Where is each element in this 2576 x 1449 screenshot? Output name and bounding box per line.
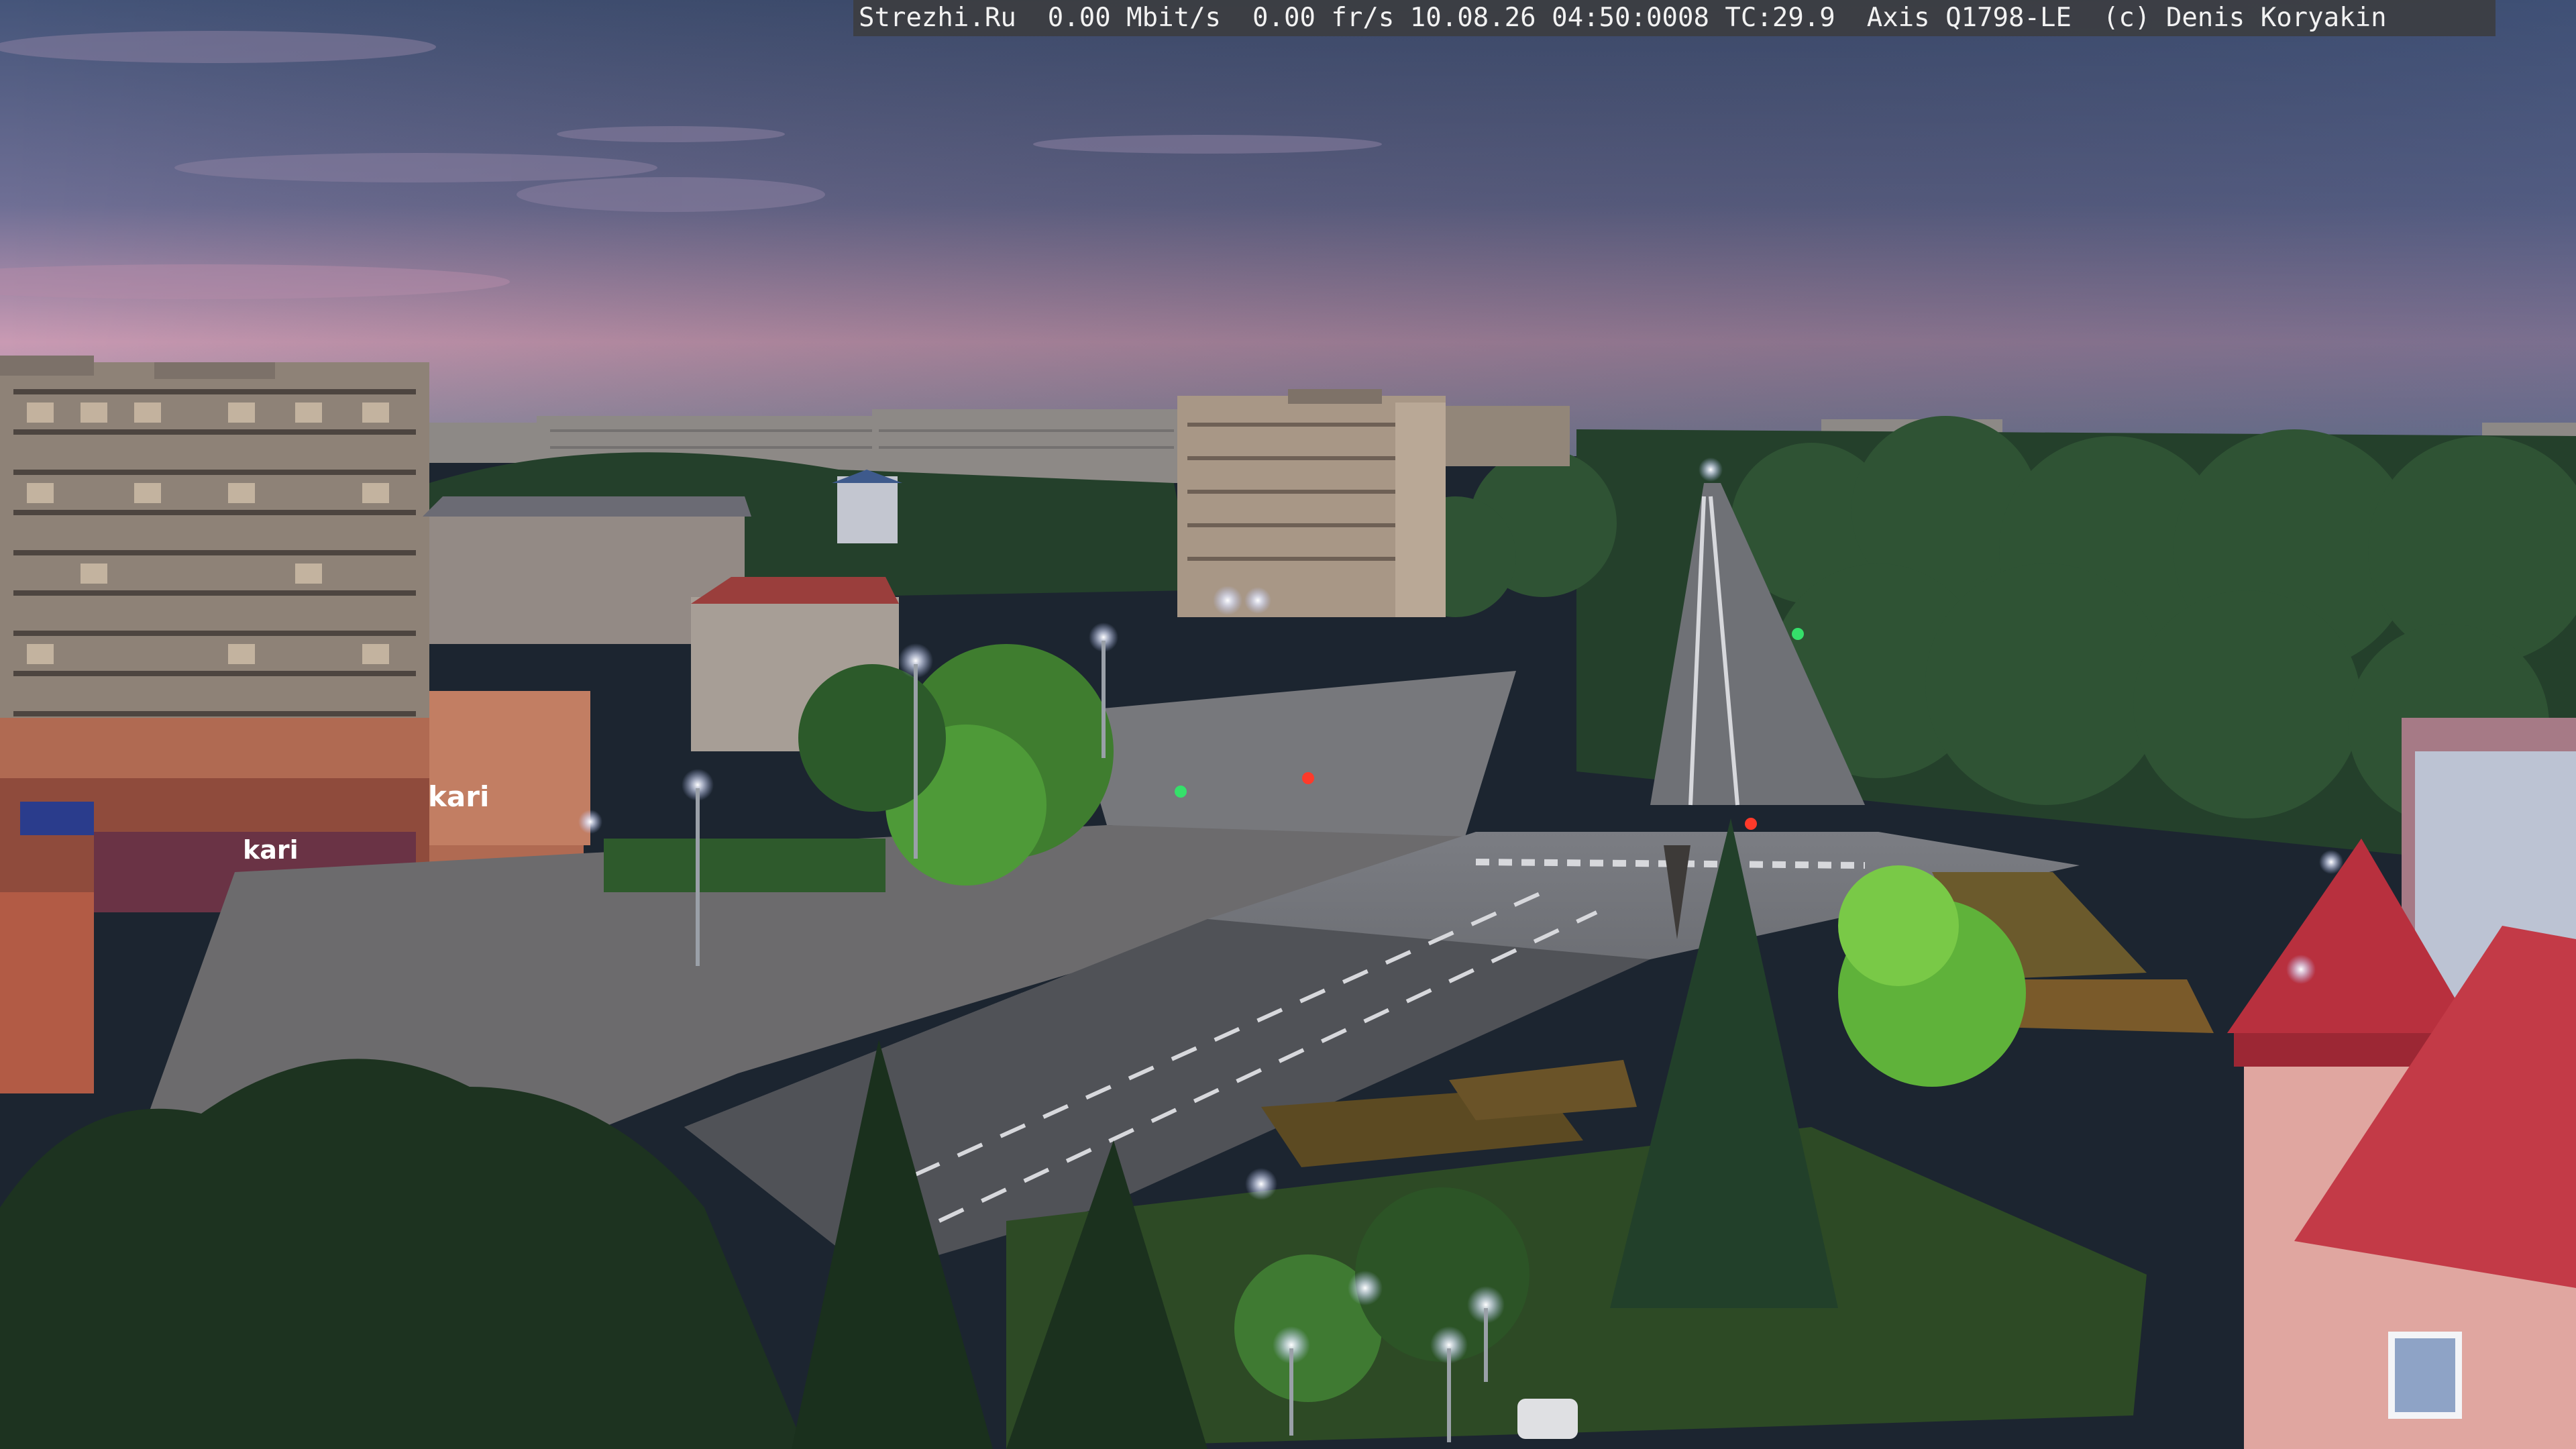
store-sign-kari-lower: kari: [243, 835, 299, 865]
camera-overlay-text: Strezhi.Ru 0.00 Mbit/s 0.00 fr/s 10.08.2…: [853, 0, 2496, 36]
apartment-block-left: [0, 356, 429, 778]
store-sign-kari: kari: [428, 780, 489, 813]
parked-car: [1517, 1399, 1578, 1439]
camera-scene: kari kari: [0, 0, 2576, 1449]
